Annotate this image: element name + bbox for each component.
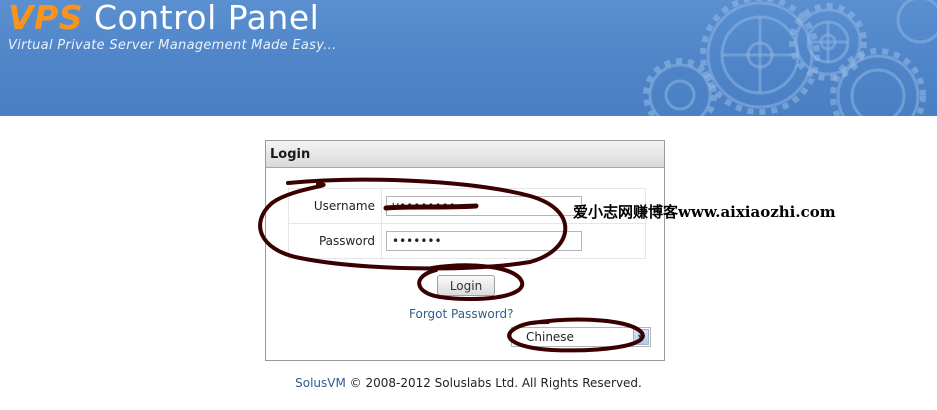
login-button[interactable]: Login xyxy=(437,275,495,296)
brand-prefix: VPS xyxy=(8,0,83,37)
brand-rest: Control Panel xyxy=(83,0,320,37)
password-row: Password xyxy=(288,223,646,259)
username-label: Username xyxy=(288,188,382,224)
login-panel: Login Username Password Login Forgot Pas… xyxy=(265,140,665,361)
username-input[interactable] xyxy=(386,196,582,216)
header-banner: VPS Control Panel Virtual Private Server… xyxy=(0,0,937,116)
copyright-text: © 2008-2012 Soluslabs Ltd. All Rights Re… xyxy=(345,376,642,390)
login-panel-title: Login xyxy=(266,141,664,168)
brand-tagline: Virtual Private Server Management Made E… xyxy=(8,38,337,53)
watermark-text: 爱小志网赚博客www.aixiaozhi.com xyxy=(573,203,836,221)
chevron-down-icon[interactable]: ▼ xyxy=(633,329,649,345)
language-select[interactable]: Chinese ▼ xyxy=(511,327,651,347)
password-label: Password xyxy=(288,223,382,259)
solusvm-link[interactable]: SolusVM xyxy=(295,376,346,390)
gears-icon xyxy=(643,0,937,116)
brand-title: VPS Control Panel xyxy=(8,0,319,37)
language-value: Chinese xyxy=(526,330,574,344)
login-form: Username Password xyxy=(288,188,646,259)
password-input[interactable] xyxy=(386,231,582,251)
forgot-password-link[interactable]: Forgot Password? xyxy=(409,307,513,321)
footer: SolusVM © 2008-2012 Soluslabs Ltd. All R… xyxy=(0,376,937,390)
